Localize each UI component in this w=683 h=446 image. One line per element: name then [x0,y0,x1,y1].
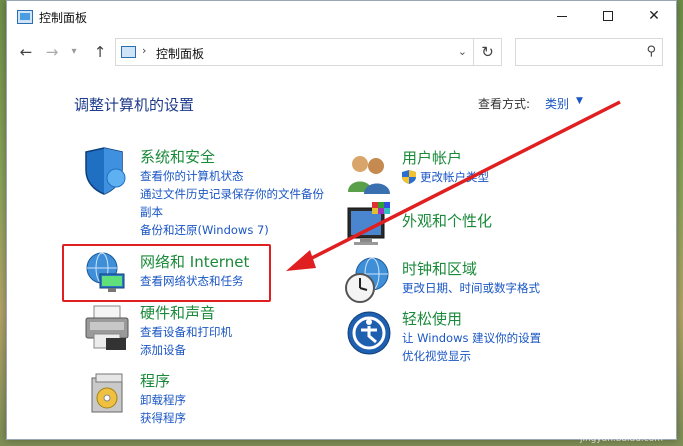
forward-arrow-icon: → [45,43,59,61]
up-arrow-icon: ↑ [93,43,107,61]
search-input[interactable]: ⚲ [515,38,663,66]
navigation-bar: ← → ▾ ↑ › 控制面板 ⌄ ↻ ⚲ [7,35,676,69]
search-icon: ⚲ [646,44,656,59]
category-programs: 程序 卸载程序 获得程序 [140,370,186,427]
category-title[interactable]: 程序 [140,370,186,391]
view-by-dropdown[interactable]: 类别 [545,95,569,112]
recent-locations-button[interactable]: ▾ [63,41,85,63]
category-link[interactable]: 副本 [140,203,324,221]
category-link-text: 更改帐户类型 [420,170,489,184]
category-title[interactable]: 系统和安全 [140,146,324,167]
maximize-button[interactable] [586,1,630,31]
page-title: 调整计算机的设置 [74,96,195,114]
back-button[interactable]: ← [15,41,37,63]
control-panel-icon [121,46,136,58]
clock-globe-icon[interactable] [344,256,392,304]
chevron-down-icon: ▾ [71,46,77,57]
category-link[interactable]: 备份和还原(Windows 7) [140,221,324,239]
category-title[interactable]: 用户帐户 [402,147,489,168]
refresh-button[interactable]: ↻ [474,38,502,66]
category-appearance: 外观和个性化 [402,210,492,231]
refresh-icon: ↻ [481,43,494,61]
category-link[interactable]: 更改日期、时间或数字格式 [402,279,540,297]
minimize-icon [557,15,567,17]
category-link[interactable]: 查看设备和打印机 [140,323,232,341]
monitor-palette-icon[interactable] [346,202,392,248]
category-hardware-sound: 硬件和声音 查看设备和打印机 添加设备 [140,302,232,359]
category-title[interactable]: 硬件和声音 [140,302,232,323]
category-link[interactable]: 添加设备 [140,341,232,359]
category-link[interactable]: 让 Windows 建议你的设置 [402,329,541,347]
address-dropdown-icon[interactable]: ⌄ [458,45,467,58]
close-button[interactable]: ✕ [632,1,676,31]
uac-shield-icon [402,170,416,184]
category-link[interactable]: 获得程序 [140,409,186,427]
close-icon: ✕ [648,8,660,24]
ease-of-access-icon[interactable] [346,310,392,356]
category-title[interactable]: 外观和个性化 [402,210,492,231]
chevron-down-icon[interactable]: ▼ [576,96,583,106]
programs-icon[interactable] [88,372,128,416]
category-ease-of-access: 轻松使用 让 Windows 建议你的设置 优化视觉显示 [402,308,541,365]
category-clock-region: 时钟和区域 更改日期、时间或数字格式 [402,258,540,297]
title-bar[interactable]: 控制面板 ✕ [7,1,676,33]
category-link[interactable]: 更改帐户类型 [402,168,489,186]
forward-button[interactable]: → [41,41,63,63]
category-title[interactable]: 轻松使用 [402,308,541,329]
category-link[interactable]: 优化视觉显示 [402,347,541,365]
category-title[interactable]: 时钟和区域 [402,258,540,279]
address-bar[interactable]: › 控制面板 ⌄ [115,38,474,66]
back-arrow-icon: ← [19,43,33,61]
shield-icon[interactable] [80,146,128,196]
category-link[interactable]: 查看你的计算机状态 [140,167,324,185]
category-user-accounts: 用户帐户 更改帐户类型 [402,147,489,186]
control-panel-icon [17,10,33,24]
users-icon[interactable] [346,152,392,194]
maximize-icon [603,11,613,21]
minimize-button[interactable] [540,1,584,31]
category-system-security: 系统和安全 查看你的计算机状态 通过文件历史记录保存你的文件备份 副本 备份和还… [140,146,324,239]
up-button[interactable]: ↑ [89,41,111,63]
breadcrumb-control-panel[interactable]: 控制面板 [156,45,204,62]
view-by-label: 查看方式: [478,97,531,111]
printer-icon[interactable] [84,304,130,352]
watermark-url: jingyan.baidu.com [579,434,663,444]
annotation-highlight-box [62,244,271,302]
window-title: 控制面板 [39,11,88,25]
category-link[interactable]: 通过文件历史记录保存你的文件备份 [140,185,324,203]
category-link[interactable]: 卸载程序 [140,391,186,409]
breadcrumb-separator-icon[interactable]: › [142,44,146,57]
